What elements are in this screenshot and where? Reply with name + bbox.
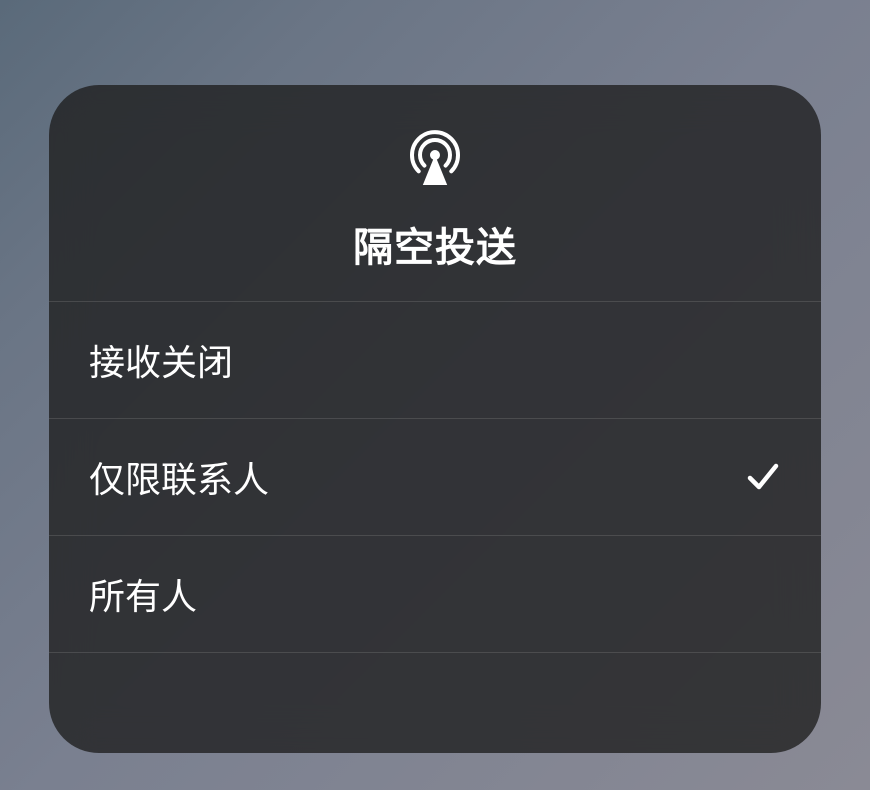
checkmark-icon xyxy=(745,459,781,495)
option-label: 所有人 xyxy=(89,568,197,620)
airdrop-icon xyxy=(405,125,465,185)
airdrop-panel: 隔空投送 接收关闭 仅限联系人 所有人 xyxy=(49,85,821,753)
option-label: 接收关闭 xyxy=(89,334,233,386)
option-contacts-only[interactable]: 仅限联系人 xyxy=(49,419,821,536)
options-list: 接收关闭 仅限联系人 所有人 xyxy=(49,302,821,653)
option-label: 仅限联系人 xyxy=(89,451,269,503)
panel-title: 隔空投送 xyxy=(353,215,517,273)
panel-header: 隔空投送 xyxy=(49,85,821,302)
option-receiving-off[interactable]: 接收关闭 xyxy=(49,302,821,419)
option-everyone[interactable]: 所有人 xyxy=(49,536,821,653)
